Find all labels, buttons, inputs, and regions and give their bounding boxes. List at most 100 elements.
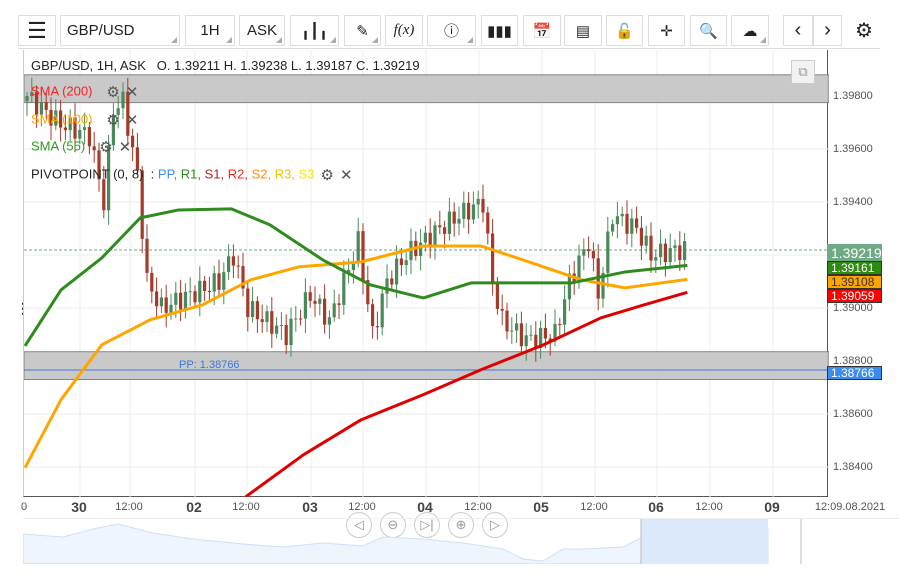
- lock-button[interactable]: 🔓: [606, 15, 643, 46]
- toolbar-divider: [18, 48, 880, 49]
- time-tick: 12:00: [232, 501, 260, 513]
- sma100-tag: 1.39108: [827, 275, 882, 289]
- price-tick: 1.39400: [833, 196, 873, 208]
- close-icon[interactable]: ✕: [340, 166, 353, 184]
- candle: [433, 225, 437, 247]
- candle: [630, 218, 634, 234]
- candle: [385, 278, 389, 294]
- candle: [150, 272, 154, 292]
- candle: [462, 202, 466, 219]
- price-tick: 1.39000: [833, 302, 873, 314]
- candle: [644, 235, 648, 246]
- candle: [476, 198, 480, 205]
- candle: [313, 300, 317, 304]
- candle: [500, 308, 504, 311]
- candle: [332, 303, 336, 318]
- candle: [611, 224, 615, 232]
- candle: [207, 291, 211, 293]
- price-type-value: ASK: [246, 22, 277, 39]
- close-icon[interactable]: ✕: [126, 111, 139, 129]
- price-tick: 1.39800: [833, 90, 873, 102]
- candle: [505, 310, 509, 332]
- candle: [663, 243, 667, 263]
- timeframe-select[interactable]: 1H: [185, 15, 235, 46]
- candle: [486, 212, 490, 234]
- chart-canvas: [24, 50, 829, 497]
- candle: [275, 325, 279, 334]
- pp-tag: 1.38766: [827, 366, 882, 380]
- calendar-button[interactable]: 📅: [523, 15, 561, 46]
- next-button[interactable]: ›: [813, 15, 842, 46]
- day-tick: 06: [648, 499, 664, 515]
- candle: [649, 235, 653, 261]
- navigator-selection[interactable]: [641, 519, 768, 564]
- pivot-legend-r2: R2,: [227, 166, 252, 182]
- pivot-legend-s3: S3: [298, 166, 315, 182]
- crosshair-icon: ✛: [660, 22, 673, 40]
- ohlc-readout: O. 1.39211 H. 1.39238 L. 1.39187 C. 1.39…: [156, 58, 420, 73]
- draw-button[interactable]: ✎: [344, 15, 381, 46]
- candle: [251, 301, 255, 317]
- candle: [289, 318, 293, 346]
- candle: [131, 135, 135, 148]
- day-tick: 09: [764, 499, 780, 515]
- legend-sma100: SMA (100) ⚙ ✕: [31, 111, 139, 129]
- sr-zone: [24, 74, 829, 104]
- gear-icon[interactable]: ⚙: [106, 83, 119, 101]
- sma200-tag: 1.39059: [827, 289, 882, 303]
- candle: [227, 256, 231, 273]
- pp-line-label: PP: 1.38766: [179, 359, 240, 371]
- price-type-select[interactable]: ASK: [239, 15, 285, 46]
- info-button[interactable]: ⓘ: [427, 15, 476, 46]
- navigator[interactable]: [23, 518, 899, 564]
- gear-icon[interactable]: ⚙: [106, 111, 119, 129]
- candle: [308, 292, 312, 301]
- close-icon[interactable]: ✕: [119, 138, 132, 156]
- maximize-button[interactable]: ⧉: [791, 60, 815, 84]
- crosshair-button[interactable]: ✛: [648, 15, 685, 46]
- sr-zone: [24, 351, 829, 381]
- candle: [515, 323, 519, 331]
- gear-icon: ⚙: [855, 20, 873, 42]
- time-tick: 12:00: [115, 501, 143, 513]
- time-tick: 12:00: [348, 501, 376, 513]
- candle: [659, 243, 663, 258]
- cloud-upload-icon: ☁: [742, 22, 758, 40]
- candle: [255, 301, 259, 320]
- news-button[interactable]: ▤: [564, 15, 602, 46]
- day-tick: 05: [533, 499, 549, 515]
- candle: [265, 311, 269, 323]
- indicators-button[interactable]: f(x): [385, 15, 423, 46]
- legend-pivot: PIVOTPOINT (0, 8) : PP, R1, S1, R2, S2, …: [31, 166, 353, 184]
- candle: [457, 218, 461, 224]
- gear-icon[interactable]: ⚙: [320, 166, 333, 184]
- sma55-tag: 1.39161: [827, 261, 882, 275]
- candle: [620, 213, 624, 217]
- close-icon[interactable]: ✕: [126, 83, 139, 101]
- candle: [236, 265, 240, 267]
- candle: [327, 317, 331, 325]
- price-chart[interactable]: ⧉ GBP/USD, 1H, ASK O. 1.39211 H. 1.39238…: [23, 50, 829, 538]
- symbol-select[interactable]: GBP/USD: [60, 15, 180, 46]
- volume-button[interactable]: ▮▮▮: [481, 15, 518, 46]
- chevron-left-icon: ‹: [794, 19, 802, 41]
- price-tick: 1.39600: [833, 143, 873, 155]
- candle: [159, 297, 163, 307]
- time-tick: 12:09.08.2021: [814, 501, 886, 513]
- pencil-icon: ✎: [356, 22, 369, 40]
- menu-button[interactable]: ☰: [18, 15, 56, 46]
- settings-button[interactable]: ⚙: [848, 15, 880, 46]
- candle: [155, 291, 159, 307]
- candle: [491, 233, 495, 282]
- gear-icon[interactable]: ⚙: [99, 138, 112, 156]
- candle: [563, 299, 567, 325]
- candle: [606, 231, 610, 273]
- candle: [419, 242, 423, 257]
- upload-button[interactable]: ☁: [731, 15, 769, 46]
- candle: [399, 258, 403, 266]
- price-tick: 1.38600: [833, 408, 873, 420]
- candle: [356, 231, 360, 262]
- chart-type-button[interactable]: ╻┃╻: [290, 15, 339, 46]
- prev-button[interactable]: ‹: [783, 15, 813, 46]
- zoom-button[interactable]: 🔍: [690, 15, 727, 46]
